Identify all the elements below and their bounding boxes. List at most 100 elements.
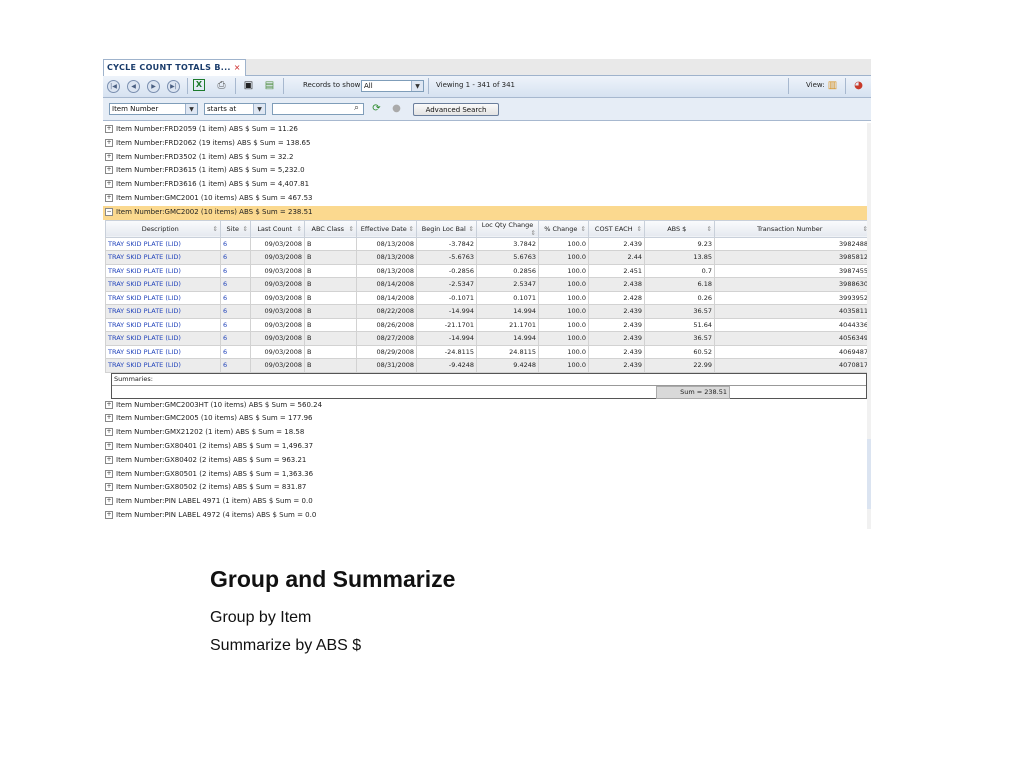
column-header[interactable]: Description ⇕ — [105, 219, 221, 238]
last-page-icon[interactable]: ▶| — [167, 80, 180, 93]
table-row[interactable]: TRAY SKID PLATE (LID) 6 09/03/2008 B 08/14/2… — [105, 290, 871, 306]
records-to-show-select[interactable]: All ▼ — [361, 80, 424, 92]
sort-icon[interactable]: ⇕ — [243, 225, 248, 233]
sort-icon[interactable]: ⇕ — [469, 225, 474, 233]
column-header[interactable]: Loc Qty Change ⇕ — [476, 219, 539, 238]
expand-icon[interactable]: + — [105, 180, 113, 189]
table-row[interactable]: TRAY SKID PLATE (LID) 6 09/03/2008 B 08/13/2… — [105, 250, 871, 265]
group-row[interactable]: + Item Number:GMC2003HT (10 items) ABS $ … — [103, 399, 871, 413]
group-row[interactable]: + Item Number:FRD2059 (1 item) ABS $ Sum … — [103, 123, 871, 137]
sort-icon[interactable]: ⇕ — [581, 225, 586, 233]
table-row[interactable]: TRAY SKID PLATE (LID) 6 09/03/2008 B 08/29/2… — [105, 344, 871, 360]
filter-field-select[interactable]: Item Number ▼ — [109, 103, 198, 115]
expand-icon[interactable]: + — [105, 510, 113, 519]
table-cell[interactable]: TRAY SKID PLATE (LID) — [105, 331, 221, 346]
expand-icon[interactable]: + — [105, 166, 113, 175]
column-header[interactable]: COST EACH ⇕ — [588, 219, 645, 238]
column-header[interactable]: Site ⇕ — [220, 219, 251, 238]
next-page-icon[interactable]: ▶ — [147, 80, 160, 93]
expand-icon[interactable]: + — [105, 400, 113, 409]
column-header[interactable]: Begin Loc Bal ⇕ — [416, 219, 477, 238]
expand-icon[interactable]: + — [105, 483, 113, 492]
table-row[interactable]: TRAY SKID PLATE (LID) 6 09/03/2008 B 08/27/2… — [105, 331, 871, 346]
column-header[interactable]: % Change ⇕ — [538, 219, 589, 238]
table-row[interactable]: TRAY SKID PLATE (LID) 6 09/03/2008 B 08/22/2… — [105, 304, 871, 319]
group-row[interactable]: + Item Number:FRD3616 (1 item) ABS $ Sum … — [103, 178, 871, 192]
group-row[interactable]: + Item Number:GX80501 (2 items) ABS $ Sum… — [103, 468, 871, 482]
table-cell: 08/13/2008 — [356, 236, 417, 252]
expand-icon[interactable]: + — [105, 455, 113, 464]
sort-icon[interactable]: ⇕ — [409, 225, 414, 233]
group-row[interactable]: + Item Number:GX80502 (2 items) ABS $ Sum… — [103, 481, 871, 495]
table-cell[interactable]: TRAY SKID PLATE (LID) — [105, 290, 221, 306]
save-icon[interactable]: ▣ — [242, 79, 255, 92]
tab-cycle-count-totals[interactable]: CYCLE COUNT TOTALS B... × — [103, 59, 246, 76]
expand-icon[interactable]: + — [105, 497, 113, 506]
chart-view-icon[interactable]: ▥ — [826, 79, 839, 92]
clear-icon[interactable]: ● — [390, 102, 403, 115]
table-cell[interactable]: TRAY SKID PLATE (LID) — [105, 344, 221, 360]
table-row[interactable]: TRAY SKID PLATE (LID) 6 09/03/2008 B 08/26/2… — [105, 317, 871, 333]
expand-icon[interactable]: + — [105, 152, 113, 161]
expand-icon[interactable]: + — [105, 138, 113, 147]
table-row[interactable]: TRAY SKID PLATE (LID) 6 09/03/2008 B 08/31/2… — [105, 358, 871, 373]
chevron-down-icon: ▼ — [411, 81, 423, 91]
group-row[interactable]: + Item Number:GMC2005 (10 items) ABS $ Su… — [103, 412, 871, 426]
collapse-icon[interactable]: − — [105, 207, 113, 216]
column-header-label: COST EACH — [594, 224, 633, 233]
refresh-icon[interactable]: ⟳ — [370, 102, 383, 115]
first-page-icon[interactable]: |◀ — [107, 80, 120, 93]
table-cell[interactable]: TRAY SKID PLATE (LID) — [105, 317, 221, 333]
expand-icon[interactable]: + — [105, 428, 113, 437]
search-icon[interactable]: ⌕ — [350, 102, 363, 115]
expand-icon[interactable]: + — [105, 193, 113, 202]
previous-page-icon[interactable]: ◀ — [127, 80, 140, 93]
expand-icon[interactable]: + — [105, 414, 113, 423]
advanced-search-button[interactable]: Advanced Search — [413, 103, 499, 116]
table-cell[interactable]: TRAY SKID PLATE (LID) — [105, 250, 221, 265]
sort-icon[interactable]: ⇕ — [349, 225, 354, 233]
group-row[interactable]: + Item Number:FRD3502 (1 item) ABS $ Sum … — [103, 151, 871, 165]
column-header[interactable]: Last Count ⇕ — [250, 219, 305, 238]
excel-export-icon[interactable]: X — [193, 79, 205, 91]
group-row[interactable]: + Item Number:FRD2062 (19 items) ABS $ Su… — [103, 137, 871, 151]
column-header-label: Loc Qty Change — [481, 220, 534, 229]
table-cell[interactable]: TRAY SKID PLATE (LID) — [105, 236, 221, 252]
expand-icon[interactable]: + — [105, 469, 113, 478]
table-cell[interactable]: TRAY SKID PLATE (LID) — [105, 358, 221, 373]
group-row[interactable]: + Item Number:PIN LABEL 4972 (4 items) AB… — [103, 509, 871, 523]
group-row[interactable]: + Item Number:GX80401 (2 items) ABS $ Sum… — [103, 440, 871, 454]
column-header[interactable]: ABC Class ⇕ — [304, 219, 357, 238]
table-cell[interactable]: TRAY SKID PLATE (LID) — [105, 304, 221, 319]
sort-icon[interactable]: ⇕ — [531, 229, 536, 237]
table-cell: 09/03/2008 — [250, 277, 305, 292]
group-row[interactable]: + Item Number:GMX21202 (1 item) ABS $ Sum… — [103, 426, 871, 440]
print-icon[interactable]: ⎙ — [215, 79, 228, 92]
table-cell: 09/03/2008 — [250, 344, 305, 360]
close-icon[interactable]: × — [234, 63, 241, 72]
column-header[interactable]: Transaction Number ⇕ — [714, 219, 871, 238]
column-header-label: ABC Class — [311, 224, 345, 233]
chart-options-icon[interactable]: ◕ — [852, 79, 865, 92]
expand-icon[interactable]: + — [105, 125, 113, 133]
sort-icon[interactable]: ⇕ — [297, 225, 302, 233]
scrollbar-thumb[interactable] — [867, 439, 871, 509]
column-header[interactable]: ABS $ ⇕ — [644, 219, 715, 238]
report-icon[interactable]: ▤ — [263, 79, 276, 92]
table-row[interactable]: TRAY SKID PLATE (LID) 6 09/03/2008 B 08/13/2… — [105, 263, 871, 279]
group-row[interactable]: + Item Number:GMC2001 (10 items) ABS $ Su… — [103, 192, 871, 206]
table-row[interactable]: TRAY SKID PLATE (LID) 6 09/03/2008 B 08/13/2… — [105, 236, 871, 252]
filter-operator-select[interactable]: starts at ▼ — [204, 103, 266, 115]
group-row-expanded[interactable]: − Item Number:GMC2002 (10 items) ABS $ Su… — [103, 205, 871, 220]
sort-icon[interactable]: ⇕ — [707, 225, 712, 233]
table-cell[interactable]: TRAY SKID PLATE (LID) — [105, 263, 221, 279]
group-row[interactable]: + Item Number:FRD3615 (1 item) ABS $ Sum … — [103, 164, 871, 178]
sort-icon[interactable]: ⇕ — [213, 225, 218, 233]
table-row[interactable]: TRAY SKID PLATE (LID) 6 09/03/2008 B 08/14/2… — [105, 277, 871, 292]
sort-icon[interactable]: ⇕ — [637, 225, 642, 233]
column-header[interactable]: Effective Date ⇕ — [356, 219, 417, 238]
group-row[interactable]: + Item Number:PIN LABEL 4971 (1 item) ABS… — [103, 495, 871, 509]
group-row[interactable]: + Item Number:GX80402 (2 items) ABS $ Sum… — [103, 454, 871, 468]
expand-icon[interactable]: + — [105, 441, 113, 450]
table-cell[interactable]: TRAY SKID PLATE (LID) — [105, 277, 221, 292]
